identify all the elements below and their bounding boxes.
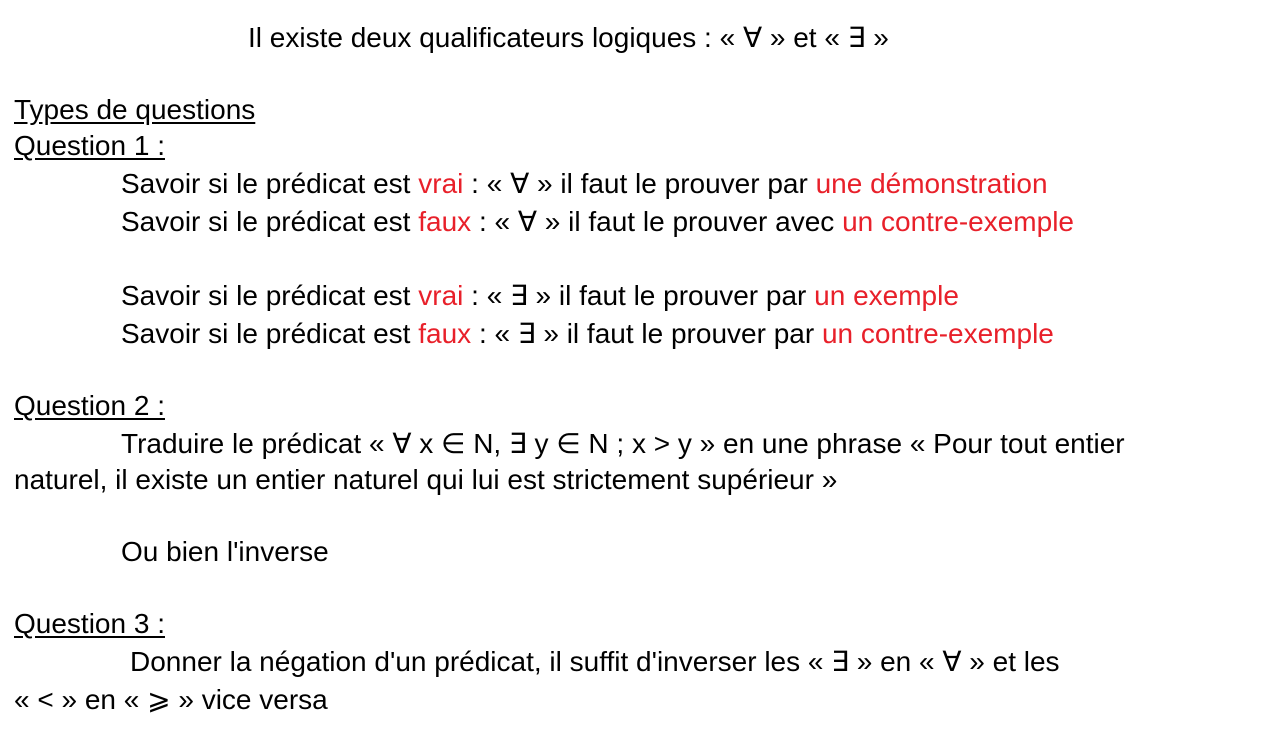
q1-line-1-text-c: : « ∀ » il faut le prouver par — [463, 168, 816, 199]
q1-line-2-faux: faux — [418, 206, 472, 237]
question-3-heading: Question 3 : — [14, 608, 165, 639]
question-1-heading: Question 1 : — [14, 130, 165, 161]
intro-line: Il existe deux qualificateurs logiques :… — [248, 22, 889, 53]
q1-line-3: Savoir si le prédicat est vrai : « ∃ » i… — [121, 278, 959, 314]
q1-line-2-method: un contre-exemple — [842, 206, 1074, 237]
q1-line-4-faux: faux — [418, 318, 472, 349]
q3-line-2: « < » en « ⩾ » vice versa — [14, 684, 328, 715]
q1-line-4-text-a: Savoir si le prédicat est — [121, 318, 419, 349]
q1-line-3-method: un exemple — [814, 280, 959, 311]
q1-line-2-text-c: : « ∀ » il faut le prouver avec — [471, 206, 843, 237]
q1-line-1-vrai: vrai — [418, 168, 464, 199]
q1-line-4: Savoir si le prédicat est faux : « ∃ » i… — [121, 316, 1054, 352]
q1-line-2: Savoir si le prédicat est faux : « ∀ » i… — [121, 204, 1074, 240]
q1-line-1-text-a: Savoir si le prédicat est — [121, 168, 419, 199]
q1-line-3-text-c: : « ∃ » il faut le prouver par — [463, 280, 815, 311]
section-title: Types de questions — [14, 94, 256, 125]
q2-line-2: naturel, il existe un entier naturel qui… — [14, 464, 838, 495]
q1-line-3-vrai: vrai — [418, 280, 464, 311]
q2-line-3: Ou bien l'inverse — [121, 536, 329, 567]
q1-line-1-method: une démonstration — [815, 168, 1048, 199]
question-2-heading: Question 2 : — [14, 390, 165, 421]
q2-line-1: Traduire le prédicat « ∀ x ∈ N, ∃ y ∈ N … — [121, 428, 1125, 459]
q1-line-4-text-c: : « ∃ » il faut le prouver par — [471, 318, 822, 349]
q1-line-4-method: un contre-exemple — [821, 318, 1054, 349]
q1-line-1: Savoir si le prédicat est vrai : « ∀ » i… — [121, 166, 1048, 202]
q3-line-1: Donner la négation d'un prédicat, il suf… — [130, 646, 1060, 677]
q1-line-2-text-a: Savoir si le prédicat est — [121, 206, 419, 237]
q1-line-3-text-a: Savoir si le prédicat est — [121, 280, 419, 311]
